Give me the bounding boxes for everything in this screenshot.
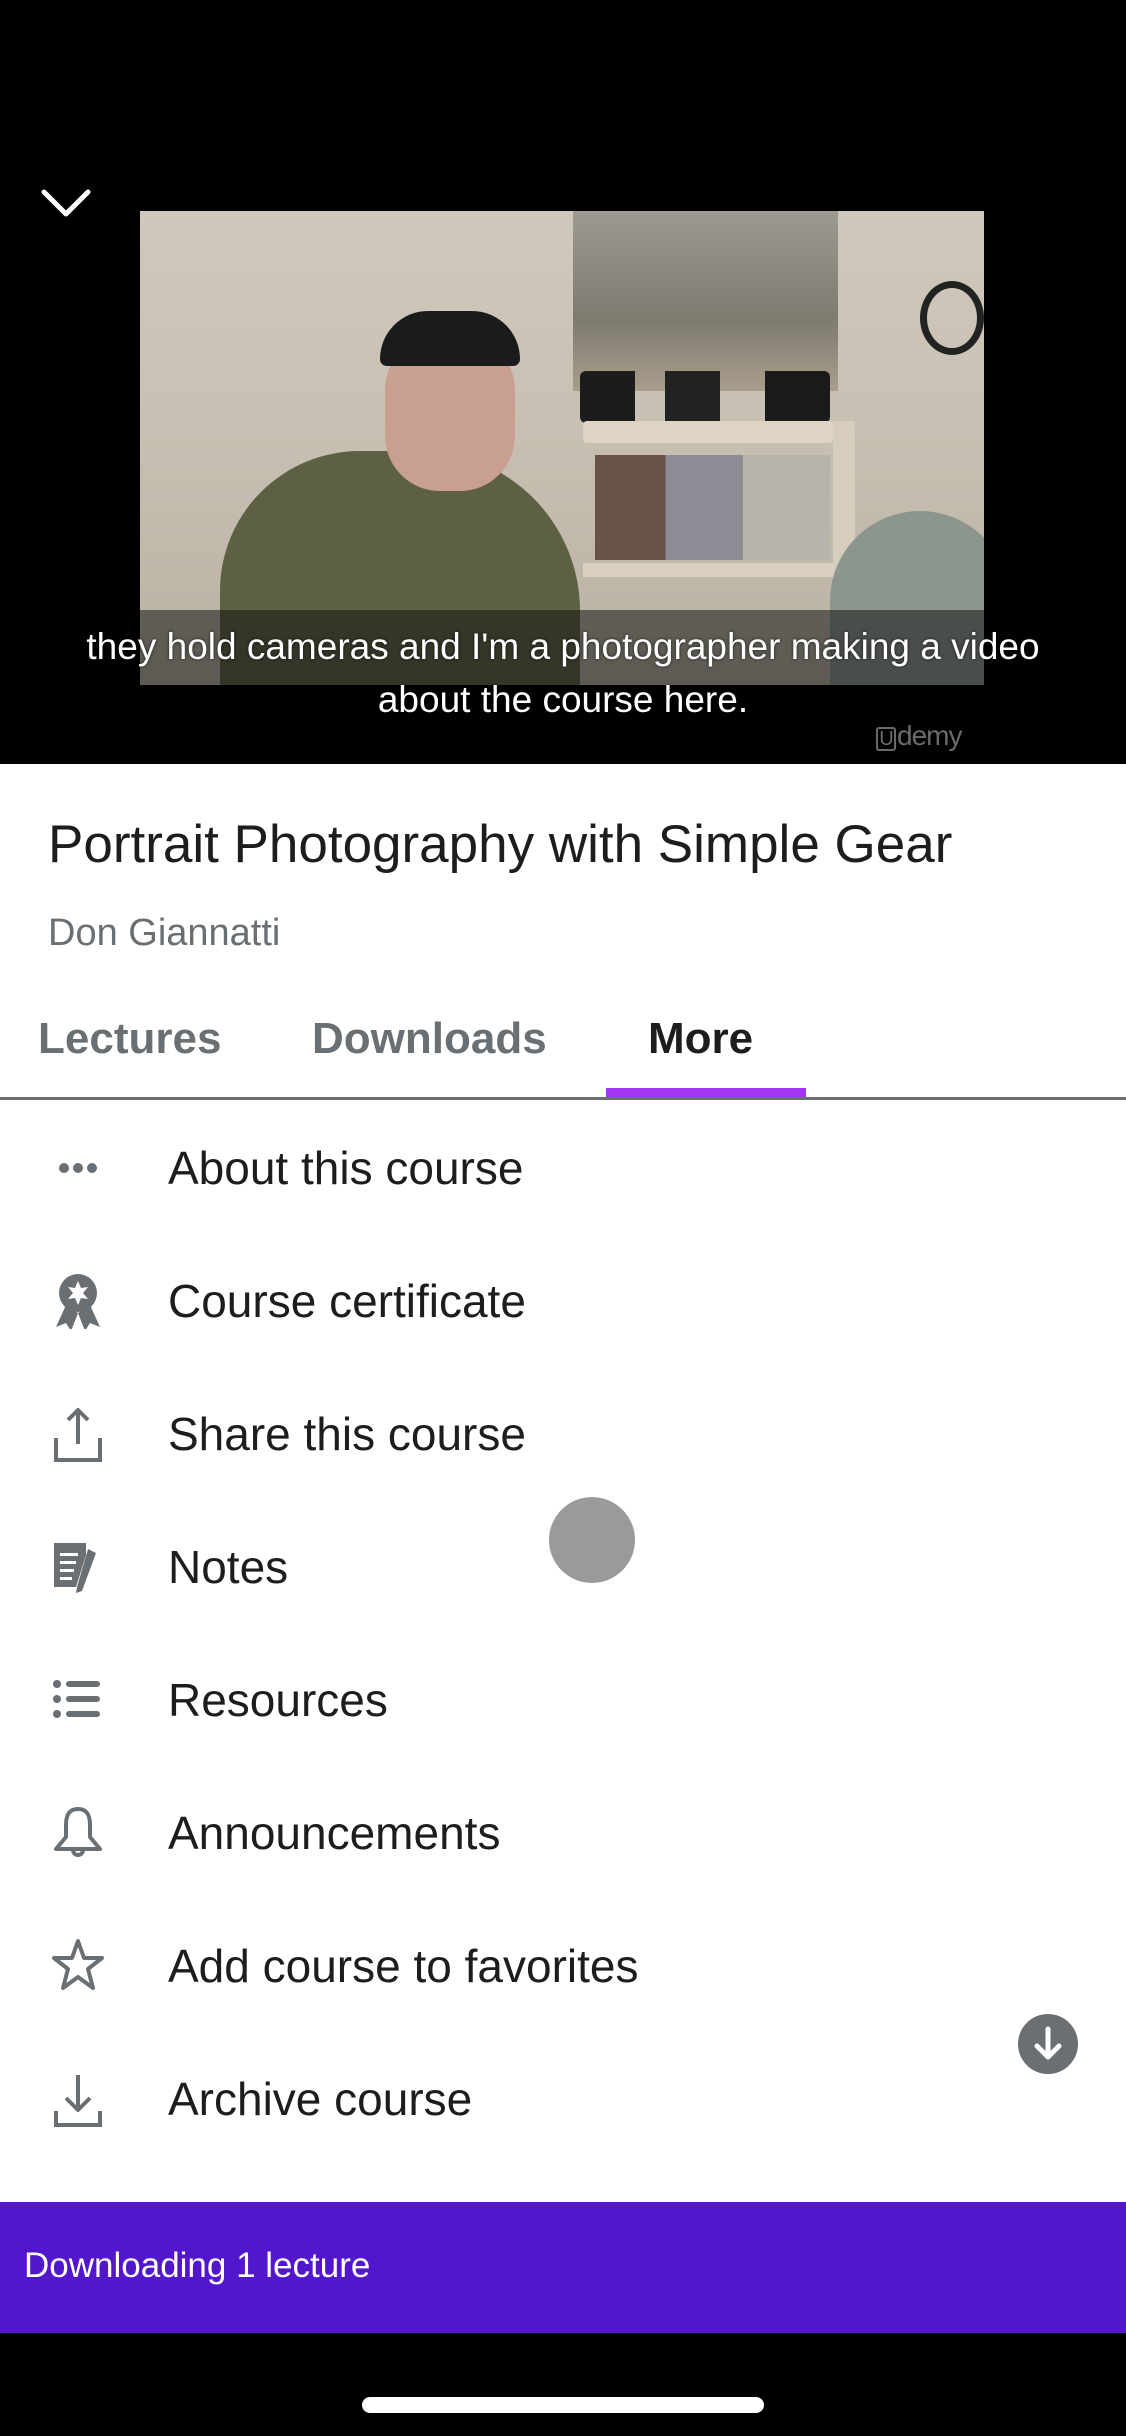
menu-item-label: Announcements: [168, 1807, 501, 1859]
video-scene-photo: [573, 211, 838, 391]
menu-item-label: Resources: [168, 1674, 388, 1726]
udemy-watermark: Udemy: [876, 720, 962, 752]
download-status-banner[interactable]: Downloading 1 lecture: [0, 2202, 1126, 2333]
tab-lectures[interactable]: Lectures: [38, 1014, 221, 1064]
home-indicator[interactable]: [362, 2397, 764, 2413]
more-horizontal-icon: [59, 1163, 97, 1173]
video-scene-books: [595, 455, 830, 560]
menu-item-label: Course certificate: [168, 1275, 526, 1327]
bell-icon: [54, 1807, 102, 1857]
more-menu: About this course Course certificate Sha…: [0, 1100, 1126, 2164]
instructor-name[interactable]: Don Giannatti: [48, 912, 280, 955]
menu-item-label: Add course to favorites: [168, 1940, 639, 1992]
course-title: Portrait Photography with Simple Gear: [48, 815, 953, 874]
list-icon: [53, 1680, 100, 1718]
menu-item-resources[interactable]: Resources: [0, 1632, 1126, 1765]
course-tabs: Lectures Downloads More: [0, 1000, 1126, 2074]
collapse-player-button[interactable]: [36, 180, 96, 226]
tab-more[interactable]: More: [648, 1014, 753, 1064]
menu-item-about[interactable]: About this course: [0, 1100, 1126, 1233]
video-caption: they hold cameras and I'm a photographer…: [86, 626, 1040, 720]
menu-item-label: Share this course: [168, 1408, 526, 1460]
menu-item-label: About this course: [168, 1142, 524, 1194]
notes-pen-icon: [54, 1543, 96, 1593]
download-status-text: Downloading 1 lecture: [24, 2246, 371, 2285]
menu-item-announcements[interactable]: Announcements: [0, 1765, 1126, 1898]
share-upload-icon: [54, 1408, 102, 1462]
menu-item-label: Notes: [168, 1541, 289, 1593]
video-player[interactable]: they hold cameras and I'm a photographer…: [0, 0, 1126, 764]
menu-item-archive[interactable]: Archive course: [0, 2031, 1126, 2164]
touch-indicator: [549, 1497, 635, 1583]
menu-item-share[interactable]: Share this course: [0, 1366, 1126, 1499]
menu-item-certificate[interactable]: Course certificate: [0, 1233, 1126, 1366]
system-bottom-bar: [0, 2333, 1126, 2436]
chevron-down-icon: [41, 189, 91, 217]
award-ribbon-icon: [56, 1274, 100, 1329]
video-scene-cameras: [580, 371, 830, 423]
star-outline-icon: [52, 1939, 104, 1990]
archive-download-icon: [54, 2075, 102, 2127]
udemy-logo-icon: U: [876, 727, 896, 751]
video-scene-hook: [920, 281, 984, 355]
tab-downloads[interactable]: Downloads: [312, 1014, 547, 1064]
menu-item-label: Archive course: [168, 2073, 473, 2125]
menu-item-favorites[interactable]: Add course to favorites: [0, 1898, 1126, 2031]
watermark-text: demy: [897, 720, 962, 751]
video-scene-shelf: [583, 563, 833, 577]
video-scene-person-cap: [380, 311, 520, 366]
video-scene-shelf: [583, 421, 833, 443]
